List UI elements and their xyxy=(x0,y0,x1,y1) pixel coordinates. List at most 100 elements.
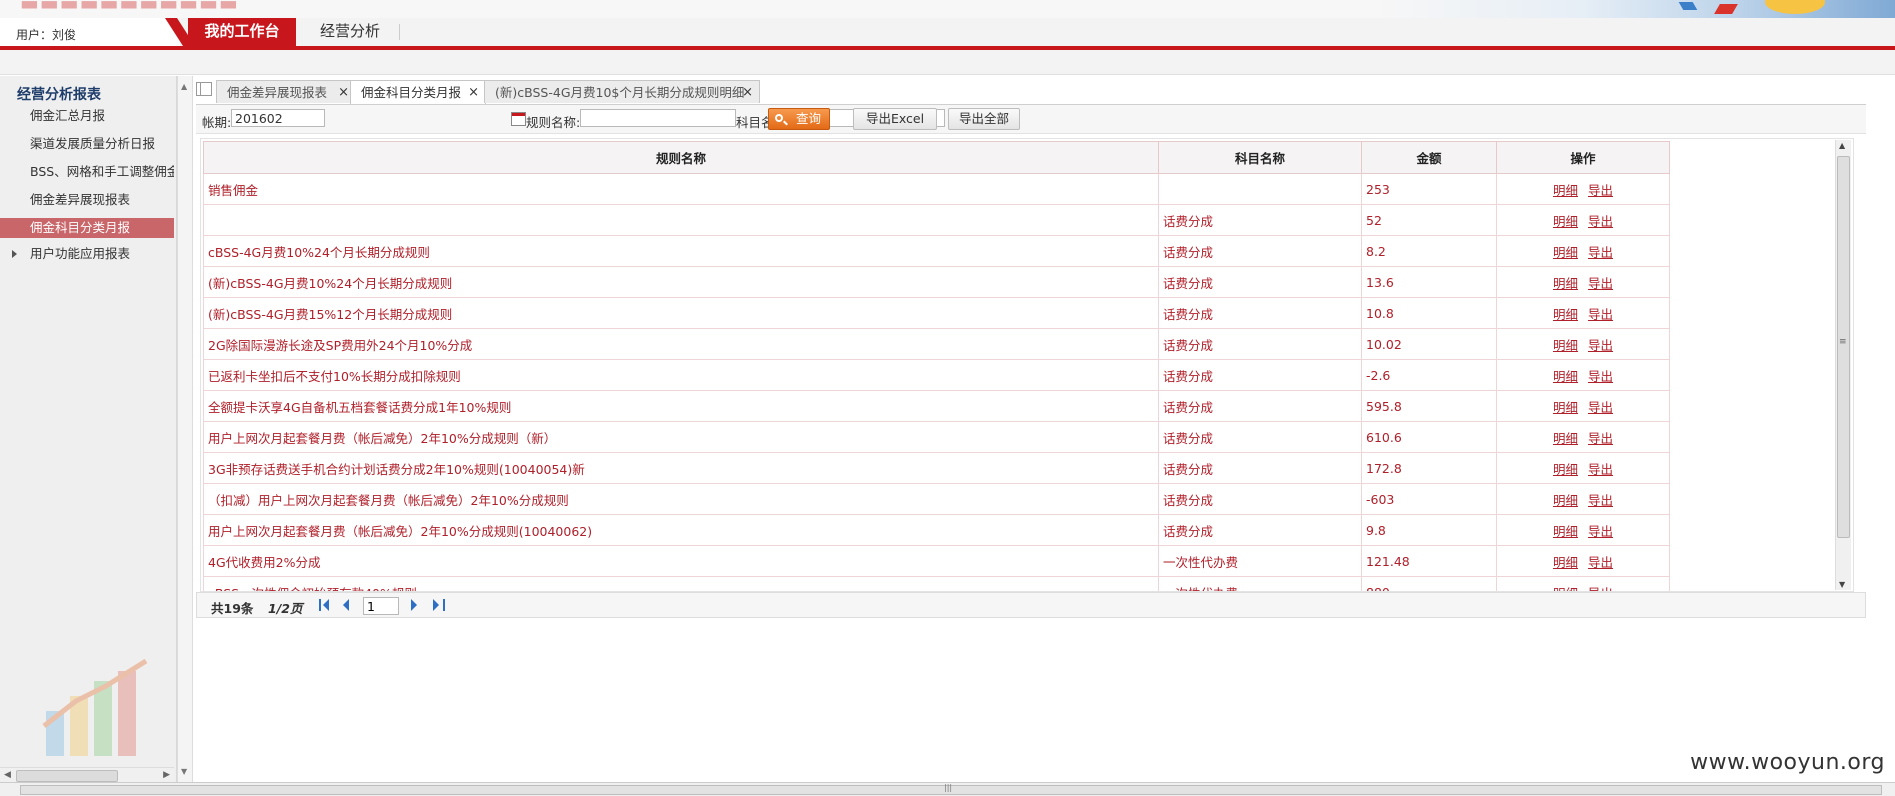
top-banner: ▬▬▬▬▬▬▬▬▬▬▬ xyxy=(0,0,1895,18)
sidebar-splitter[interactable]: ▲ ▼ xyxy=(177,76,193,782)
grid-vertical-scrollbar[interactable]: ▲ ≡ ▼ xyxy=(1835,140,1851,590)
page-horizontal-scrollbar[interactable]: ||| xyxy=(0,782,1895,796)
export-link[interactable]: 导出 xyxy=(1588,369,1613,384)
export-link[interactable]: 导出 xyxy=(1588,276,1613,291)
watermark-text: www.wooyun.org xyxy=(1690,750,1885,775)
export-link[interactable]: 导出 xyxy=(1588,493,1613,508)
detail-link[interactable]: 明细 xyxy=(1553,462,1578,477)
export-link[interactable]: 导出 xyxy=(1588,245,1613,260)
toggle-sidebar-icon[interactable] xyxy=(196,82,212,96)
actions-cell: 明细导出 xyxy=(1496,576,1670,591)
query-button[interactable]: 查询 xyxy=(768,108,830,130)
amount-cell: 52 xyxy=(1361,204,1497,236)
data-grid: 规则名称 科目名称 金额 操作 销售佣金 253 明细 导出 话费分成 52 明细 导出 cBS… xyxy=(200,138,1854,592)
next-page-icon[interactable] xyxy=(411,599,421,611)
rule-name-cell: 用户上网次月起套餐月费（帐后减免）2年10%分成规则（新） xyxy=(203,421,1159,453)
rule-name-input[interactable] xyxy=(580,109,736,127)
export-excel-button[interactable]: 导出Excel xyxy=(853,108,937,130)
period-input[interactable] xyxy=(231,109,325,127)
detail-link[interactable]: 明细 xyxy=(1553,183,1578,198)
export-link[interactable]: 导出 xyxy=(1588,431,1613,446)
table-row[interactable]: 销售佣金 253 明细 导出 xyxy=(203,173,1670,205)
detail-link[interactable]: 明细 xyxy=(1553,493,1578,508)
export-all-button[interactable]: 导出全部 xyxy=(948,108,1020,130)
sidebar-item-bss-grid-adjust[interactable]: BSS、网格和手工调整佣金 xyxy=(0,162,174,182)
close-icon[interactable]: × xyxy=(338,81,349,104)
detail-link[interactable]: 明细 xyxy=(1553,555,1578,570)
user-info: 用户：刘俊 xyxy=(0,18,180,46)
table-row[interactable]: 用户上网次月起套餐月费（帐后减免）2年10%分成规则（新） 话费分成 610.6 明细… xyxy=(203,421,1670,453)
detail-link[interactable]: 明细 xyxy=(1553,245,1578,260)
rule-name-cell: 4G代收费用2%分成 xyxy=(203,545,1159,577)
close-icon[interactable]: × xyxy=(468,81,479,104)
sidebar-item-commission-diff[interactable]: 佣金差异展现报表 xyxy=(0,190,174,210)
export-link[interactable]: 导出 xyxy=(1588,183,1613,198)
export-link[interactable]: 导出 xyxy=(1588,555,1613,570)
table-row[interactable]: 用户上网次月起套餐月费（帐后减免）2年10%分成规则(10040062) 话费分成… xyxy=(203,514,1670,546)
sidebar-title: 经营分析报表 xyxy=(17,87,101,103)
first-page-icon[interactable] xyxy=(319,599,331,611)
export-link[interactable]: 导出 xyxy=(1588,214,1613,229)
page-tabs: 佣金差异展现报表 × 佣金科目分类月报 × (新)cBSS-4G月费10$个月长… xyxy=(196,78,1866,105)
last-page-icon[interactable] xyxy=(433,599,445,611)
column-header-subject[interactable]: 科目名称 xyxy=(1158,141,1362,174)
table-row[interactable]: 话费分成 52 明细 导出 xyxy=(203,204,1670,236)
sidebar-item-commission-summary[interactable]: 佣金汇总月报 xyxy=(0,106,174,126)
column-header-amount[interactable]: 金额 xyxy=(1361,141,1497,174)
tab-cbss-4g-detail[interactable]: (新)cBSS-4G月费10$个月长期分成规则明细 × xyxy=(484,80,760,103)
table-row[interactable]: (新)cBSS-4G月费10%24个月长期分成规则 话费分成 13.6 明细 导出 xyxy=(203,266,1670,298)
export-link[interactable]: 导出 xyxy=(1588,400,1613,415)
table-row[interactable]: 4G代收费用2%分成 一次性代办费 121.48 明细 导出 xyxy=(203,545,1670,577)
scroll-down-icon[interactable]: ▼ xyxy=(181,767,187,776)
table-row[interactable]: 已返利卡坐扣后不支付10%长期分成扣除规则 话费分成 -2.6 明细 导出 xyxy=(203,359,1670,391)
detail-link[interactable]: 明细 xyxy=(1553,214,1578,229)
detail-link[interactable]: 明细 xyxy=(1553,338,1578,353)
scroll-up-icon[interactable]: ▲ xyxy=(1839,141,1845,150)
scroll-down-icon[interactable]: ▼ xyxy=(1839,580,1845,589)
table-row[interactable]: cBSS一次性佣金初始预存款40%规则一次性代办费880明细导出 xyxy=(203,576,1670,591)
detail-link[interactable]: 明细 xyxy=(1553,307,1578,322)
amount-cell: 172.8 xyxy=(1361,452,1497,484)
scroll-right-icon[interactable]: ▶ xyxy=(163,770,170,780)
tab-label: 佣金科目分类月报 xyxy=(361,85,462,100)
table-row[interactable]: cBSS-4G月费10%24个月长期分成规则 话费分成 8.2 明细 导出 xyxy=(203,235,1670,267)
nav-tab-workbench[interactable]: 我的工作台 xyxy=(188,18,296,46)
detail-link[interactable]: 明细 xyxy=(1553,431,1578,446)
tab-commission-diff[interactable]: 佣金差异展现报表 × xyxy=(216,80,356,103)
total-records: 共19条 xyxy=(211,601,254,616)
detail-link[interactable]: 明细 xyxy=(1553,276,1578,291)
subject-name-cell: 一次性代办费 xyxy=(1158,545,1362,577)
calendar-icon[interactable] xyxy=(511,112,526,126)
rule-name-cell: 销售佣金 xyxy=(203,173,1159,205)
sidebar-item-channel-quality[interactable]: 渠道发展质量分析日报 xyxy=(0,134,174,154)
close-icon[interactable]: × xyxy=(742,81,753,104)
sidebar-horizontal-scrollbar[interactable]: ◀ ▶ xyxy=(0,767,174,783)
scrollbar-thumb[interactable] xyxy=(16,770,118,782)
sidebar-item-user-feature[interactable]: 用户功能应用报表 xyxy=(0,244,174,264)
page-number-input[interactable] xyxy=(363,597,399,615)
sidebar-item-commission-subject[interactable]: 佣金科目分类月报 xyxy=(0,218,174,238)
detail-link[interactable]: 明细 xyxy=(1553,524,1578,539)
export-link[interactable]: 导出 xyxy=(1588,338,1613,353)
scrollbar-thumb[interactable] xyxy=(1837,156,1850,538)
table-row[interactable]: 2G除国际漫游长途及SP费用外24个月10%分成 话费分成 10.02 明细 导出 xyxy=(203,328,1670,360)
expand-arrow-icon[interactable] xyxy=(12,250,17,258)
search-icon xyxy=(775,114,783,122)
export-link[interactable]: 导出 xyxy=(1588,524,1613,539)
rule-name-cell: cBSS-4G月费10%24个月长期分成规则 xyxy=(203,235,1159,267)
export-link[interactable]: 导出 xyxy=(1588,462,1613,477)
table-row[interactable]: （扣减）用户上网次月起套餐月费（帐后减免）2年10%分成规则 话费分成 -603 明细… xyxy=(203,483,1670,515)
table-row[interactable]: 3G非预存话费送手机合约计划话费分成2年10%规则(10040054)新 话费分成… xyxy=(203,452,1670,484)
scroll-left-icon[interactable]: ◀ xyxy=(4,770,11,780)
table-row[interactable]: 全额提卡沃享4G自备机五档套餐话费分成1年10%规则 话费分成 595.8 明细 导出 xyxy=(203,390,1670,422)
export-link[interactable]: 导出 xyxy=(1588,307,1613,322)
detail-link[interactable]: 明细 xyxy=(1553,400,1578,415)
column-header-rule[interactable]: 规则名称 xyxy=(203,141,1159,174)
scroll-up-icon[interactable]: ▲ xyxy=(181,82,187,91)
table-row[interactable]: (新)cBSS-4G月费15%12个月长期分成规则 话费分成 10.8 明细 导出 xyxy=(203,297,1670,329)
nav-tab-business-analysis[interactable]: 经营分析 xyxy=(300,18,400,46)
prev-page-icon[interactable] xyxy=(343,599,353,611)
rule-name-cell: 用户上网次月起套餐月费（帐后减免）2年10%分成规则(10040062) xyxy=(203,514,1159,546)
detail-link[interactable]: 明细 xyxy=(1553,369,1578,384)
tab-commission-subject[interactable]: 佣金科目分类月报 × xyxy=(350,80,486,104)
